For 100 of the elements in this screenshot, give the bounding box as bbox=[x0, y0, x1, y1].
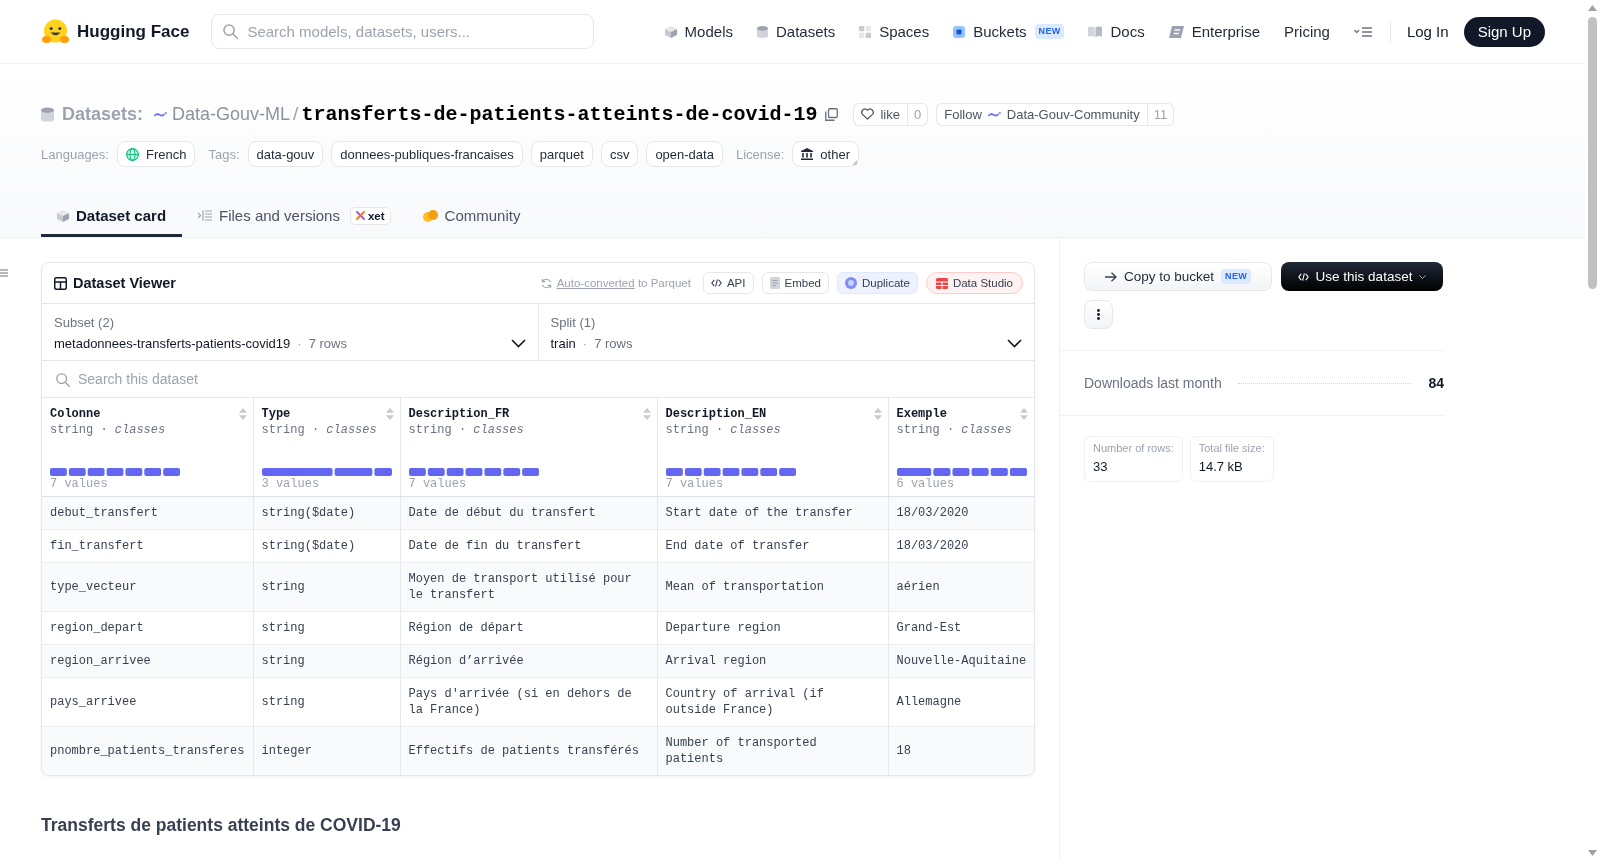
menu-lines-icon[interactable] bbox=[0, 269, 8, 277]
nav-link[interactable]: Datasets bbox=[756, 23, 836, 40]
nav-link[interactable]: Buckets NEW bbox=[953, 23, 1065, 40]
column-type: string · classes bbox=[408, 422, 525, 438]
column-name: Description_FR bbox=[408, 407, 510, 421]
table-cell: integer bbox=[253, 726, 400, 775]
table-cell: fin_transfert bbox=[42, 529, 253, 563]
tag-group-label: License: bbox=[735, 146, 785, 162]
path-separator: / bbox=[293, 103, 299, 125]
tag-pill[interactable]: parquet bbox=[530, 141, 593, 167]
tag-pill[interactable]: French bbox=[116, 141, 196, 167]
nav-link[interactable]: Docs bbox=[1088, 23, 1145, 40]
use-dataset-button[interactable]: Use this dataset bbox=[1281, 262, 1443, 291]
table-cell: Région d’arrivée bbox=[400, 644, 657, 678]
table-cell: Allemagne bbox=[888, 677, 1034, 727]
cross-mark-icon bbox=[355, 211, 365, 220]
arrow-right-icon bbox=[1105, 271, 1117, 282]
copy-icon[interactable] bbox=[825, 107, 839, 121]
wave-logo-icon bbox=[154, 110, 168, 118]
viewer-action-button[interactable]: Embed bbox=[761, 272, 829, 294]
new-badge: NEW bbox=[1034, 24, 1065, 39]
menu-icon[interactable] bbox=[1353, 26, 1372, 37]
table-cell: Pays d'arrivée (si en dehors de la France) bbox=[400, 677, 657, 727]
tag-group-label: Languages: bbox=[41, 146, 109, 162]
corner-triangle-icon bbox=[852, 160, 857, 165]
tab[interactable]: Dataset card bbox=[41, 197, 183, 237]
selector-dropdown[interactable]: metadonnees-transferts-patients-covid19 · 7 rows bbox=[54, 333, 526, 353]
column-type: string · classes bbox=[896, 422, 1013, 438]
viewer-action-button[interactable]: Duplicate bbox=[836, 272, 918, 294]
like-button[interactable]: like bbox=[853, 102, 907, 126]
table-cell: string bbox=[253, 562, 400, 612]
like-count: 0 bbox=[907, 102, 929, 126]
column-name: Type bbox=[261, 407, 291, 421]
sort-icon[interactable] bbox=[873, 408, 882, 420]
copy-to-bucket-button[interactable]: Copy to bucket NEW bbox=[1084, 262, 1272, 291]
globe-icon bbox=[125, 147, 139, 161]
nav-link[interactable]: Models bbox=[664, 23, 733, 40]
tab[interactable]: Community bbox=[406, 197, 537, 237]
table-cell: pnombre_patients_transferes bbox=[42, 726, 253, 775]
table-cell: Start date of the transfer bbox=[657, 496, 888, 530]
chevron-down-icon bbox=[1007, 338, 1022, 348]
column-name: Exemple bbox=[896, 407, 947, 421]
table-icon bbox=[54, 276, 67, 290]
sort-icon[interactable] bbox=[642, 408, 651, 420]
dataset-search-field[interactable]: Search this dataset bbox=[42, 361, 1034, 398]
stat-label: Number of rows: bbox=[1093, 442, 1174, 454]
log-in-link[interactable]: Log In bbox=[1406, 23, 1449, 40]
repo-type-label: Datasets: bbox=[62, 103, 144, 125]
nav-link[interactable]: Enterprise bbox=[1168, 23, 1261, 40]
table-cell: Région de départ bbox=[400, 611, 657, 645]
sort-icon[interactable] bbox=[1020, 408, 1028, 420]
table-cell: Nouvelle-Aquitaine bbox=[888, 644, 1034, 678]
tag-pill[interactable]: donnees-publiques-francaises bbox=[331, 141, 523, 167]
sort-icon[interactable] bbox=[385, 408, 394, 420]
table-cell: Date de début du transfert bbox=[400, 496, 657, 530]
stat-value: 33 bbox=[1093, 459, 1109, 474]
viewer-action-button[interactable]: Data Studio bbox=[925, 272, 1023, 294]
downloads-label: Downloads last month bbox=[1084, 375, 1222, 391]
column-name: Colonne bbox=[50, 407, 101, 421]
tag-pill[interactable]: other bbox=[792, 141, 859, 167]
downloads-count: 84 bbox=[1428, 375, 1444, 391]
follower-count: 11 bbox=[1146, 102, 1175, 126]
tab[interactable]: Files and versions xet bbox=[182, 197, 407, 237]
card-heading: Transferts de patients atteints de COVID-19 bbox=[41, 815, 402, 836]
column-type: string · classes bbox=[261, 422, 378, 438]
sort-icon[interactable] bbox=[238, 408, 247, 420]
brand-name[interactable]: Hugging Face bbox=[77, 21, 190, 42]
nav-link[interactable]: Spaces bbox=[859, 23, 930, 40]
vertical-dots-icon bbox=[1097, 309, 1100, 320]
book-icon bbox=[1088, 26, 1103, 37]
selector-dropdown[interactable]: train · 7 rows bbox=[550, 333, 1022, 353]
more-options-button[interactable] bbox=[1084, 300, 1113, 329]
scrollbar-thumb[interactable] bbox=[1588, 17, 1597, 289]
tag-pill[interactable]: data-gouv bbox=[247, 141, 324, 167]
nav-link[interactable]: Pricing bbox=[1284, 23, 1330, 40]
wave-logo-icon bbox=[987, 110, 1001, 118]
ring-icon bbox=[844, 277, 857, 289]
follow-button[interactable]: Follow Data-Gouv-Community bbox=[936, 102, 1147, 126]
search-icon bbox=[56, 373, 70, 387]
code-icon bbox=[710, 279, 722, 287]
tag-pill[interactable]: open-data bbox=[646, 141, 723, 167]
tag-pill[interactable]: csv bbox=[600, 141, 639, 167]
caret-down-icon bbox=[1419, 274, 1427, 279]
scroll-up-icon[interactable] bbox=[1588, 5, 1597, 11]
table-cell: region_arrivee bbox=[42, 644, 253, 678]
stat-value: 14.7 kB bbox=[1198, 459, 1244, 474]
table-cell: Date de fin du transfert bbox=[400, 529, 657, 563]
tag-label: xet bbox=[367, 209, 385, 222]
viewer-title: Dataset Viewer bbox=[73, 275, 176, 291]
sign-up-button[interactable]: Sign Up bbox=[1463, 16, 1545, 47]
viewer-action-button[interactable]: API bbox=[702, 272, 754, 294]
cube-icon bbox=[57, 209, 69, 222]
repo-name[interactable]: transferts-de-patients-atteints-de-covid-19 bbox=[301, 102, 818, 126]
scroll-down-icon[interactable] bbox=[1588, 850, 1597, 856]
column-type: string · classes bbox=[50, 422, 167, 438]
list-icon bbox=[198, 210, 213, 221]
slanted-tile-icon bbox=[1168, 25, 1184, 38]
selector-label: Split (1) bbox=[550, 314, 597, 332]
search-field[interactable]: Search models, datasets, users... bbox=[211, 14, 595, 49]
sync-icon bbox=[540, 277, 552, 289]
